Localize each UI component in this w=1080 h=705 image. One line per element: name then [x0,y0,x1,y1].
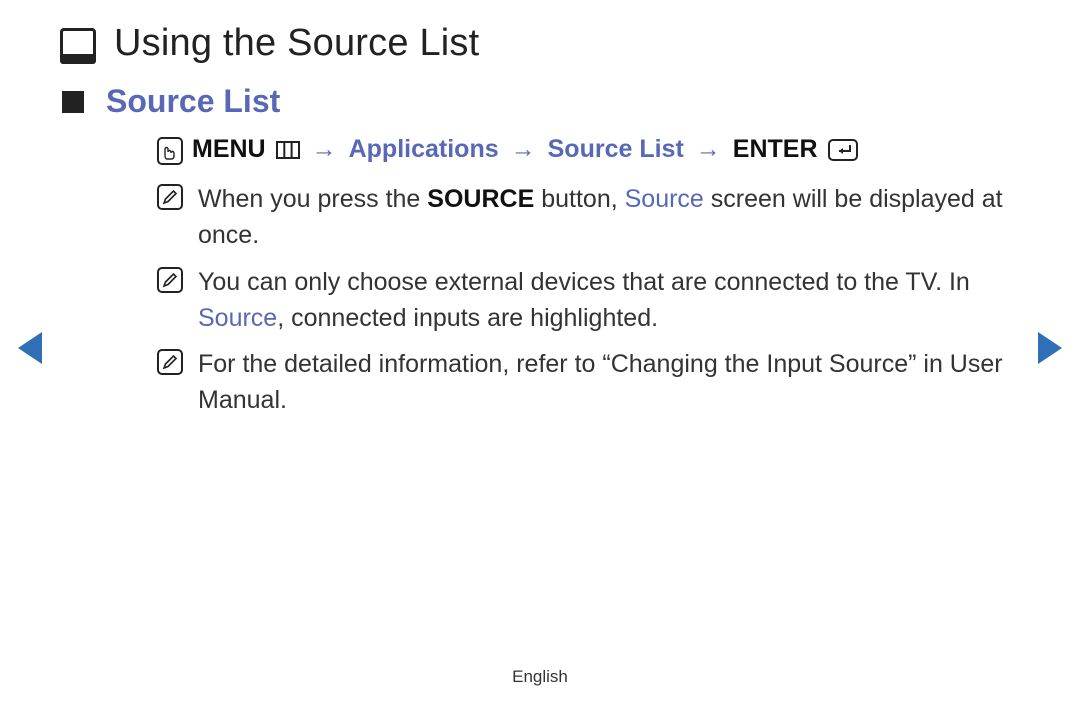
menu-grid-icon [276,141,300,159]
arrow-icon: → [308,135,341,164]
square-bullet-icon [62,91,84,113]
page-title: Using the Source List [114,22,479,65]
content-column: MENU → Applications → Source List → ENTE… [156,134,1020,419]
note-text: For the detailed information, refer to “… [198,346,1020,419]
page-title-row: Using the Source List [60,22,1020,65]
text-fragment: You can only choose external devices tha… [198,268,970,296]
text-link-term: Source [625,185,704,213]
subsection-title: Source List [106,83,280,120]
text-link-term: Source [198,304,277,332]
path-applications: Applications [349,135,499,164]
text-fragment: , connected inputs are highlighted. [277,304,658,332]
text-fragment: button, [534,185,624,213]
menu-label: MENU [192,135,266,164]
enter-key-icon [828,139,858,161]
text-fragment: When you press the [198,185,427,213]
note-item: You can only choose external devices tha… [156,264,1020,337]
manual-page: Using the Source List Source List MENU →… [0,0,1080,705]
pencil-note-icon [156,346,184,375]
pencil-note-icon [156,264,184,293]
nav-prev-button[interactable] [18,332,42,364]
note-text: You can only choose external devices tha… [198,264,1020,337]
arrow-icon: → [507,135,540,164]
enter-label: ENTER [733,135,818,164]
text-fragment: For the detailed information, refer to “… [198,350,1003,414]
text-bold: SOURCE [427,185,534,213]
note-text: When you press the SOURCE button, Source… [198,181,1020,254]
note-item: When you press the SOURCE button, Source… [156,181,1020,254]
remote-hand-icon [156,134,184,165]
pencil-note-icon [156,181,184,210]
nav-next-button[interactable] [1038,332,1062,364]
subsection-row: Source List [62,83,1020,120]
footer-language: English [0,667,1080,687]
section-icon [60,28,96,64]
menu-path: MENU → Applications → Source List → ENTE… [156,134,1020,165]
note-item: For the detailed information, refer to “… [156,346,1020,419]
arrow-icon: → [692,135,725,164]
path-source-list: Source List [548,135,684,164]
